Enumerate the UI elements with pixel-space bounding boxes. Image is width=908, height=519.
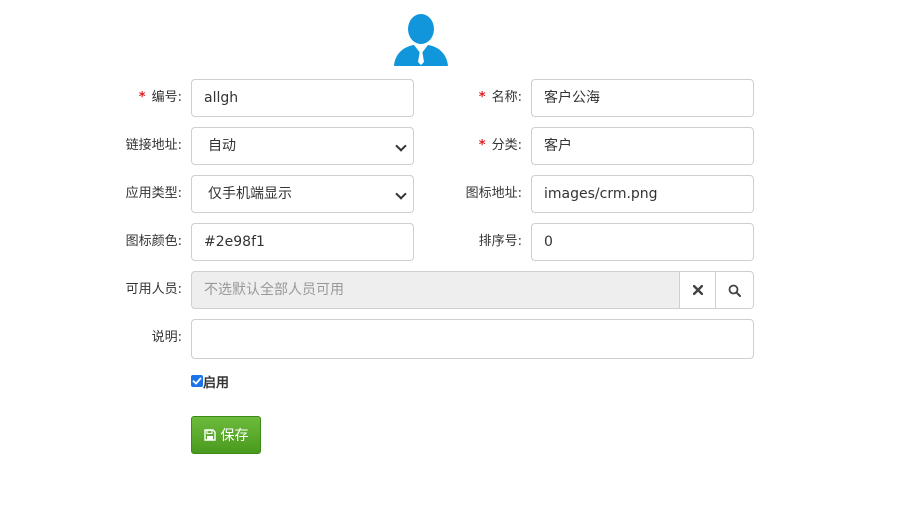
desc-input[interactable] <box>191 319 754 359</box>
icon-url-label: 图标地址: <box>465 186 522 201</box>
enabled-label: 启用 <box>203 375 230 391</box>
icon-url-input[interactable]: images/crm.png <box>531 175 754 213</box>
link-select[interactable]: 自动 <box>191 127 414 165</box>
enabled-row: 启用 <box>191 372 230 391</box>
app-type-select-value: 仅手机端显示 <box>208 186 292 202</box>
app-type-label: 应用类型: <box>125 186 182 201</box>
app-type-select[interactable]: 仅手机端显示 <box>191 175 414 213</box>
sort-no-label: 排序号: <box>478 234 522 249</box>
users-label: 可用人员: <box>125 282 182 297</box>
enabled-checkbox[interactable] <box>191 375 203 387</box>
sort-no-input[interactable]: 0 <box>531 223 754 261</box>
search-users-button[interactable] <box>715 271 754 309</box>
desc-label: 说明: <box>151 330 182 345</box>
search-icon <box>728 284 741 297</box>
floppy-disk-icon <box>203 429 216 441</box>
save-button[interactable]: 保存 <box>191 416 261 454</box>
link-select-value: 自动 <box>208 138 236 154</box>
category-label: * 分类: <box>478 138 522 153</box>
check-icon <box>192 377 202 385</box>
save-button-label: 保存 <box>220 428 249 444</box>
code-input[interactable]: allgh <box>191 79 414 117</box>
users-input[interactable]: 不选默认全部人员可用 <box>191 271 680 309</box>
name-label: * 名称: <box>478 90 522 105</box>
link-label: 链接地址: <box>125 138 182 153</box>
icon-color-label: 图标颜色: <box>125 234 182 249</box>
user-avatar-icon <box>392 12 450 66</box>
times-icon <box>692 285 703 295</box>
clear-users-button[interactable] <box>679 271 716 309</box>
name-input[interactable]: 客户公海 <box>531 79 754 117</box>
category-input[interactable]: 客户 <box>531 127 754 165</box>
icon-color-input[interactable]: #2e98f1 <box>191 223 414 261</box>
code-label: * 编号: <box>138 90 182 105</box>
